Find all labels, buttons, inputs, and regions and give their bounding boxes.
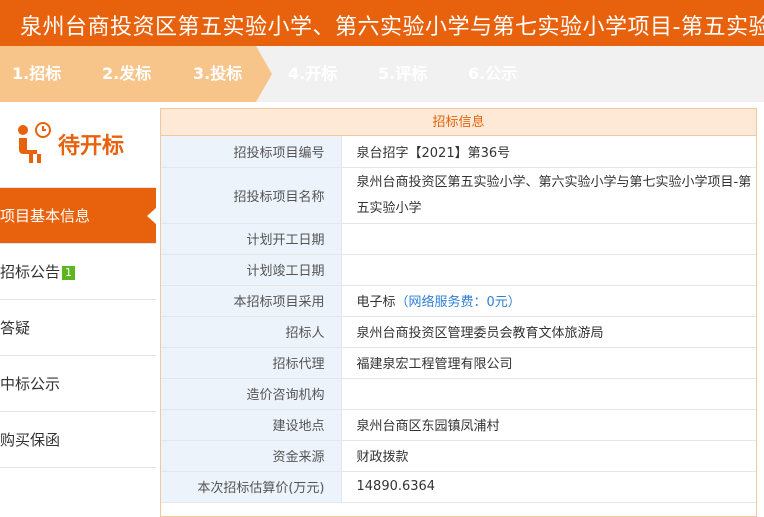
nav-label: 购买保函 <box>0 431 61 449</box>
row-key: 计划开工日期 <box>161 223 341 255</box>
info-table: 招投标项目编号 泉台招字【2021】第36号 招投标项目名称 泉州台商投资区第五… <box>161 136 756 503</box>
status-box: 待开标 <box>0 102 156 188</box>
nav-label: 项目基本信息 <box>0 207 91 225</box>
step-evaluate[interactable]: 5.评标 <box>378 46 468 102</box>
row-value <box>340 223 756 255</box>
count-badge: 1 <box>62 266 76 280</box>
step-arrow-icon <box>256 46 272 102</box>
row-key: 资金来源 <box>161 440 341 472</box>
row-key: 建设地点 <box>161 409 341 441</box>
table-row: 本招标项目采用 电子标（网络服务费：0元） <box>161 285 756 317</box>
table-row: 建设地点 泉州台商区东园镇凤浦村 <box>161 409 756 441</box>
nav-label: 招标公告 <box>0 263 61 281</box>
row-key: 招投标项目编号 <box>161 136 341 168</box>
table-row: 招投标项目名称 泉州台商投资区第五实验小学、第六实验小学与第七实验小学项目-第五… <box>161 167 756 224</box>
nav-project-info[interactable]: 项目基本信息 <box>0 188 156 244</box>
table-row: 招投标项目编号 泉台招字【2021】第36号 <box>161 136 756 168</box>
nav-tender-notice[interactable]: 招标公告 1 <box>0 244 156 300</box>
row-key: 计划竣工日期 <box>161 254 341 286</box>
row-key: 造价咨询机构 <box>161 378 341 410</box>
row-value: 14890.6364 <box>340 471 756 503</box>
row-value <box>340 254 756 286</box>
nav-buy-guarantee[interactable]: 购买保函 <box>0 412 156 468</box>
row-value: 福建泉宏工程管理有限公司 <box>340 347 756 379</box>
nav-label: 中标公示 <box>0 375 61 393</box>
step-bid[interactable]: 3.投标 <box>180 46 256 102</box>
row-value: 财政拨款 <box>340 440 756 472</box>
row-key: 本招标项目采用 <box>161 285 341 317</box>
service-fee: （网络服务费：0元） <box>395 295 521 310</box>
step-tender[interactable]: 1.招标 <box>0 46 90 102</box>
nav-qa[interactable]: 答疑 <box>0 300 156 356</box>
table-row: 资金来源 财政拨款 <box>161 440 756 472</box>
process-steps: 1.招标 2.发标 3.投标 4.开标 5.评标 6.公示 <box>0 46 764 102</box>
row-value: 电子标（网络服务费：0元） <box>340 285 756 317</box>
table-row: 招标人 泉州台商投资区管理委员会教育文体旅游局 <box>161 316 756 348</box>
step-open[interactable]: 4.开标 <box>288 46 378 102</box>
row-value: 泉州台商投资区管理委员会教育文体旅游局 <box>340 316 756 348</box>
table-row: 招标代理 福建泉宏工程管理有限公司 <box>161 347 756 379</box>
nav-award-publicity[interactable]: 中标公示 <box>0 356 156 412</box>
table-row: 造价咨询机构 <box>161 378 756 410</box>
row-value: 泉州台商投资区第五实验小学、第六实验小学与第七实验小学项目-第五实验小学 <box>340 167 756 224</box>
row-key: 招投标项目名称 <box>161 167 341 224</box>
step-issue[interactable]: 2.发标 <box>90 46 180 102</box>
title-bar: 泉州台商投资区第五实验小学、第六实验小学与第七实验小学项目-第五实验 <box>0 0 764 46</box>
bid-type: 电子标 <box>356 295 396 310</box>
status-label: 待开标 <box>58 134 125 159</box>
project-title: 泉州台商投资区第五实验小学、第六实验小学与第七实验小学项目-第五实验 <box>20 15 764 40</box>
person-seated-clock-icon <box>18 122 51 163</box>
row-value: 泉台招字【2021】第36号 <box>340 136 756 168</box>
step-publicity[interactable]: 6.公示 <box>468 46 558 102</box>
nav-label: 答疑 <box>0 319 31 337</box>
row-value <box>340 378 756 410</box>
row-key: 招标代理 <box>161 347 341 379</box>
row-value: 泉州台商区东园镇凤浦村 <box>340 409 756 441</box>
table-row: 计划竣工日期 <box>161 254 756 286</box>
tender-info-panel: 招标信息 招投标项目编号 泉台招字【2021】第36号 招投标项目名称 泉州台商… <box>160 108 757 517</box>
table-row: 本次招标估算价(万元) 14890.6364 <box>161 471 756 503</box>
sidebar: 待开标 项目基本信息 招标公告 1 答疑 中标公示 购买保函 <box>0 102 156 517</box>
row-key: 本次招标估算价(万元) <box>161 471 341 503</box>
table-row: 计划开工日期 <box>161 223 756 255</box>
row-key: 招标人 <box>161 316 341 348</box>
panel-heading: 招标信息 <box>161 109 756 136</box>
